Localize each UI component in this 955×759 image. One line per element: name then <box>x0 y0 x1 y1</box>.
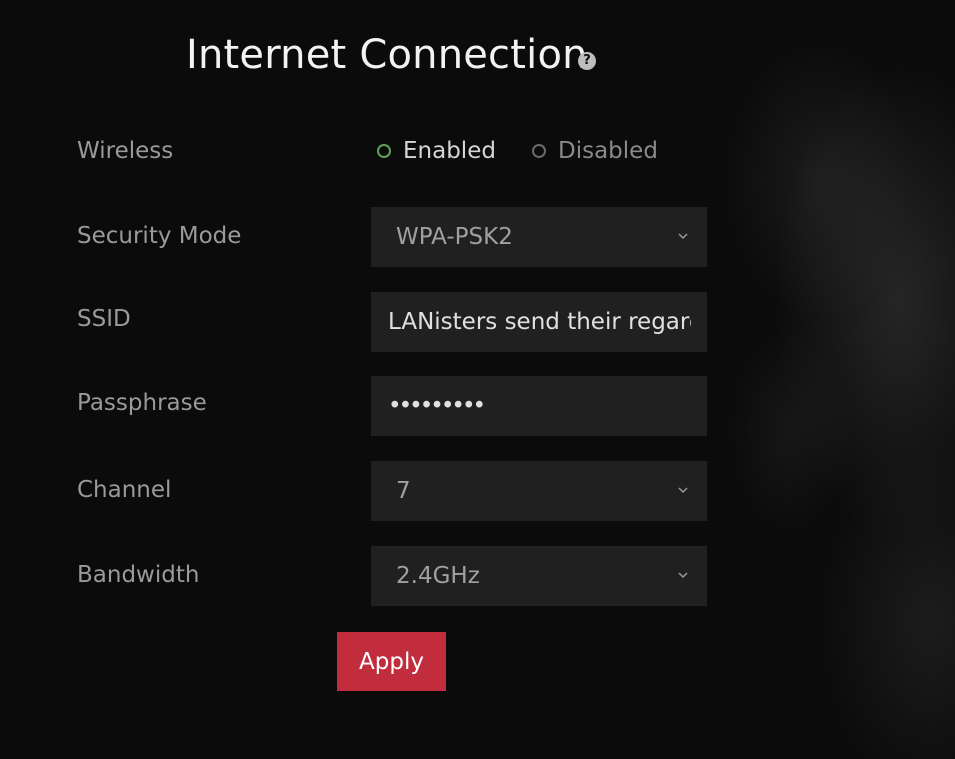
chevron-down-icon <box>678 487 688 494</box>
channel-value: 7 <box>396 478 411 504</box>
chevron-down-icon <box>678 572 688 579</box>
wireless-enabled-radio[interactable]: Enabled <box>377 138 496 164</box>
question-circle-icon[interactable]: ? <box>578 52 596 70</box>
security-mode-select[interactable]: WPA-PSK2 <box>371 207 707 267</box>
security-mode-label: Security Mode <box>77 223 242 249</box>
radio-unselected-icon <box>532 144 546 158</box>
apply-button[interactable]: Apply <box>337 632 446 691</box>
channel-label: Channel <box>77 477 172 503</box>
bandwidth-select[interactable]: 2.4GHz <box>371 546 707 606</box>
passphrase-field[interactable] <box>371 376 707 436</box>
ssid-field[interactable] <box>371 292 707 352</box>
ssid-label: SSID <box>77 306 131 332</box>
wireless-disabled-radio[interactable]: Disabled <box>532 138 658 164</box>
page-title: Internet Connection <box>186 32 588 78</box>
ssid-input[interactable] <box>371 292 707 352</box>
radio-selected-icon <box>377 144 391 158</box>
passphrase-label: Passphrase <box>77 390 207 416</box>
wireless-enabled-label: Enabled <box>403 138 496 164</box>
passphrase-input[interactable] <box>371 376 707 436</box>
wireless-disabled-label: Disabled <box>558 138 658 164</box>
internet-connection-page: Internet Connection ? Wireless Enabled D… <box>0 0 955 759</box>
bandwidth-label: Bandwidth <box>77 562 200 588</box>
chevron-down-icon <box>678 233 688 240</box>
channel-select[interactable]: 7 <box>371 461 707 521</box>
wireless-label: Wireless <box>77 138 174 164</box>
security-mode-value: WPA-PSK2 <box>396 224 513 250</box>
bandwidth-value: 2.4GHz <box>396 563 480 589</box>
